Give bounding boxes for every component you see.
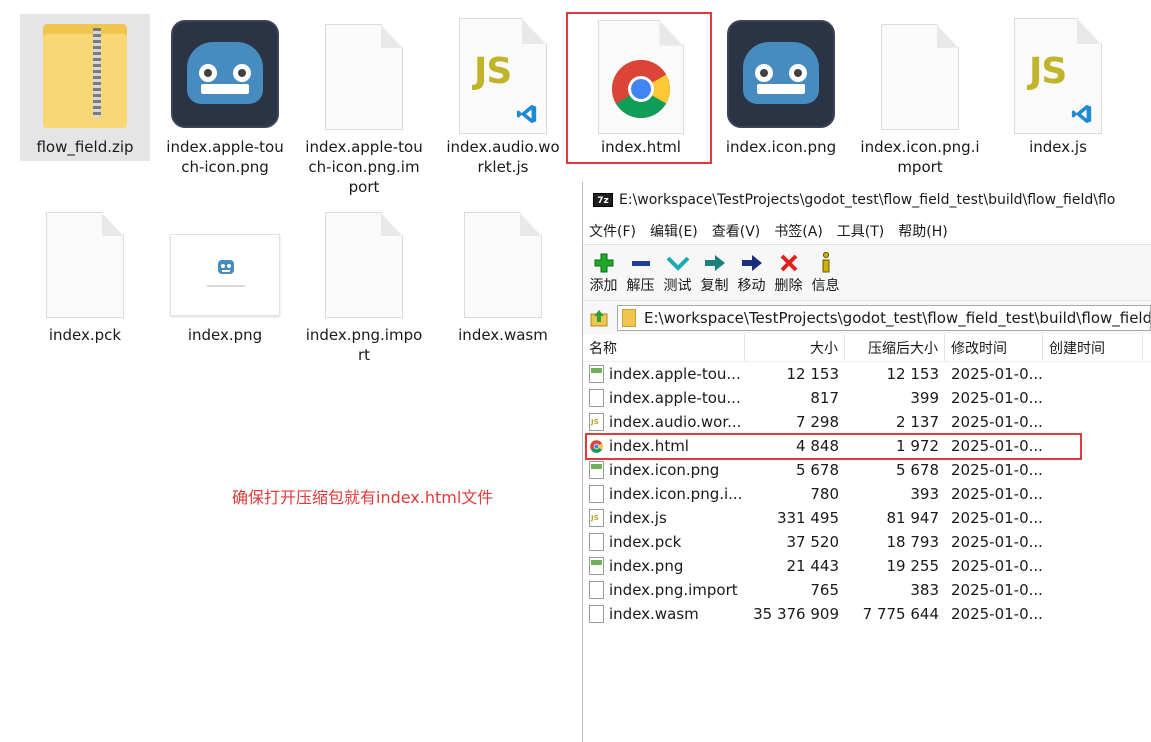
sevenzip-app-icon: 7z	[593, 193, 613, 207]
file-name: index.apple-tou ch-icon.png.im port	[305, 138, 423, 196]
image-file-icon	[589, 365, 604, 383]
up-folder-button[interactable]	[587, 306, 611, 330]
file-tile-index-png[interactable]: index.png	[160, 210, 290, 350]
blank-file-icon	[464, 212, 542, 318]
delete-button[interactable]: 删除	[772, 251, 805, 295]
path-input[interactable]: E:\workspace\TestProjects\godot_test\flo…	[617, 304, 1151, 331]
menu-view[interactable]: 查看(V)	[712, 221, 761, 241]
blank-file-icon	[589, 605, 604, 623]
blank-file-icon	[589, 389, 604, 407]
file-name: index.audio.wo rklet.js	[446, 138, 560, 176]
info-button[interactable]: 信息	[809, 251, 842, 295]
menu-file[interactable]: 文件(F)	[589, 221, 636, 241]
table-row-index-html[interactable]: index.html 4 848 1 972 2025-01-0...	[583, 434, 1151, 458]
table-row[interactable]: index.icon.png.i... 780 393 2025-01-0...	[583, 482, 1151, 506]
column-header-size[interactable]: 大小	[745, 334, 845, 361]
table-row[interactable]: index.png 21 443 19 255 2025-01-0...	[583, 554, 1151, 578]
js-file-icon	[589, 509, 604, 527]
file-tile-index-png-import[interactable]: index.png.impo rt	[299, 210, 429, 370]
add-button[interactable]: 添加	[587, 251, 620, 295]
godot-icon	[171, 20, 279, 128]
list-header: 名称 大小 压缩后大小 修改时间 创建时间	[583, 334, 1151, 362]
move-button[interactable]: 移动	[735, 251, 768, 295]
file-name: index.png	[187, 326, 263, 344]
column-header-modified[interactable]: 修改时间	[945, 334, 1043, 361]
address-bar: E:\workspace\TestProjects\godot_test\flo…	[583, 300, 1151, 334]
menu-tools[interactable]: 工具(T)	[837, 221, 884, 241]
extract-icon	[624, 251, 657, 275]
up-arrow-icon	[590, 309, 608, 326]
file-name: index.icon.png	[725, 138, 837, 156]
file-name: index.pck	[48, 326, 122, 344]
zip-folder-icon	[43, 24, 127, 128]
sevenzip-window: 7z E:\workspace\TestProjects\godot_test\…	[582, 182, 1151, 742]
file-tile-index-icon-png[interactable]: index.icon.png	[716, 14, 846, 164]
js-file-icon	[589, 413, 604, 431]
annotation-text: 确保打开压缩包就有index.html文件	[232, 488, 494, 507]
table-row[interactable]: index.apple-tou... 817 399 2025-01-0...	[583, 386, 1151, 410]
delete-icon	[772, 251, 805, 275]
menu-help[interactable]: 帮助(H)	[898, 221, 947, 241]
file-tile-index-pck[interactable]: index.pck	[20, 210, 150, 350]
file-tile-index-icon-png-import[interactable]: index.icon.png.i mport	[855, 14, 985, 184]
column-header-packed-size[interactable]: 压缩后大小	[845, 334, 945, 361]
png-preview-icon	[170, 234, 280, 316]
file-name: index.wasm	[458, 326, 548, 344]
test-button[interactable]: 测试	[661, 251, 694, 295]
file-tile-apple-touch-icon-png-import[interactable]: index.apple-tou ch-icon.png.im port	[299, 14, 429, 204]
menu-bar: 文件(F) 编辑(E) 查看(V) 书签(A) 工具(T) 帮助(H)	[583, 218, 1151, 244]
add-icon	[587, 251, 620, 275]
copy-icon	[698, 251, 731, 275]
window-title: E:\workspace\TestProjects\godot_test\flo…	[619, 192, 1116, 208]
test-icon	[661, 251, 694, 275]
table-row[interactable]: index.audio.wor... 7 298 2 137 2025-01-0…	[583, 410, 1151, 434]
file-tile-flow-field-zip[interactable]: flow_field.zip	[20, 14, 150, 161]
file-tile-index-html[interactable]: index.html	[576, 14, 706, 164]
table-row[interactable]: index.js 331 495 81 947 2025-01-0...	[583, 506, 1151, 530]
menu-bookmarks[interactable]: 书签(A)	[774, 221, 823, 241]
column-header-created[interactable]: 创建时间	[1043, 334, 1143, 361]
file-name: index.html	[601, 138, 681, 156]
table-row[interactable]: index.icon.png 5 678 5 678 2025-01-0...	[583, 458, 1151, 482]
image-file-icon	[589, 461, 604, 479]
table-row[interactable]: index.png.import 765 383 2025-01-0...	[583, 578, 1151, 602]
blank-file-icon	[325, 212, 403, 318]
godot-icon	[727, 20, 835, 128]
file-name: index.apple-tou ch-icon.png	[166, 138, 284, 176]
file-tile-audio-worklet-js[interactable]: JS index.audio.wo rklet.js	[438, 14, 568, 184]
js-file-icon: JS	[459, 18, 547, 134]
js-file-icon: JS	[1014, 18, 1102, 134]
file-tile-index-js[interactable]: JS index.js	[993, 14, 1123, 164]
file-name: flow_field.zip	[36, 138, 134, 156]
blank-file-icon	[881, 24, 959, 130]
copy-button[interactable]: 复制	[698, 251, 731, 295]
blank-file-icon	[589, 533, 604, 551]
zip-folder-icon	[622, 308, 636, 327]
move-icon	[735, 251, 768, 275]
file-name: index.js	[1029, 138, 1087, 156]
info-icon	[809, 251, 842, 275]
chrome-icon	[589, 437, 604, 455]
file-tile-index-wasm[interactable]: index.wasm	[438, 210, 568, 350]
table-row[interactable]: index.pck 37 520 18 793 2025-01-0...	[583, 530, 1151, 554]
blank-file-icon	[325, 24, 403, 130]
table-row[interactable]: index.wasm 35 376 909 7 775 644 2025-01-…	[583, 602, 1151, 626]
file-list: 名称 大小 压缩后大小 修改时间 创建时间 index.apple-tou...…	[583, 334, 1151, 626]
blank-file-icon	[46, 212, 124, 318]
blank-file-icon	[589, 485, 604, 503]
extract-button[interactable]: 解压	[624, 251, 657, 295]
file-tile-apple-touch-icon-png[interactable]: index.apple-tou ch-icon.png	[160, 14, 290, 184]
chrome-icon	[598, 20, 684, 134]
file-name: index.png.impo rt	[305, 326, 423, 364]
table-row[interactable]: index.apple-tou... 12 153 12 153 2025-01…	[583, 362, 1151, 386]
menu-edit[interactable]: 编辑(E)	[650, 221, 698, 241]
column-header-name[interactable]: 名称	[583, 334, 745, 361]
window-titlebar[interactable]: 7z E:\workspace\TestProjects\godot_test\…	[583, 182, 1151, 218]
toolbar: 添加 解压 测试 复制 移动 删除 信息	[583, 244, 1151, 300]
image-file-icon	[589, 557, 604, 575]
file-name: index.icon.png.i mport	[860, 138, 980, 176]
blank-file-icon	[589, 581, 604, 599]
